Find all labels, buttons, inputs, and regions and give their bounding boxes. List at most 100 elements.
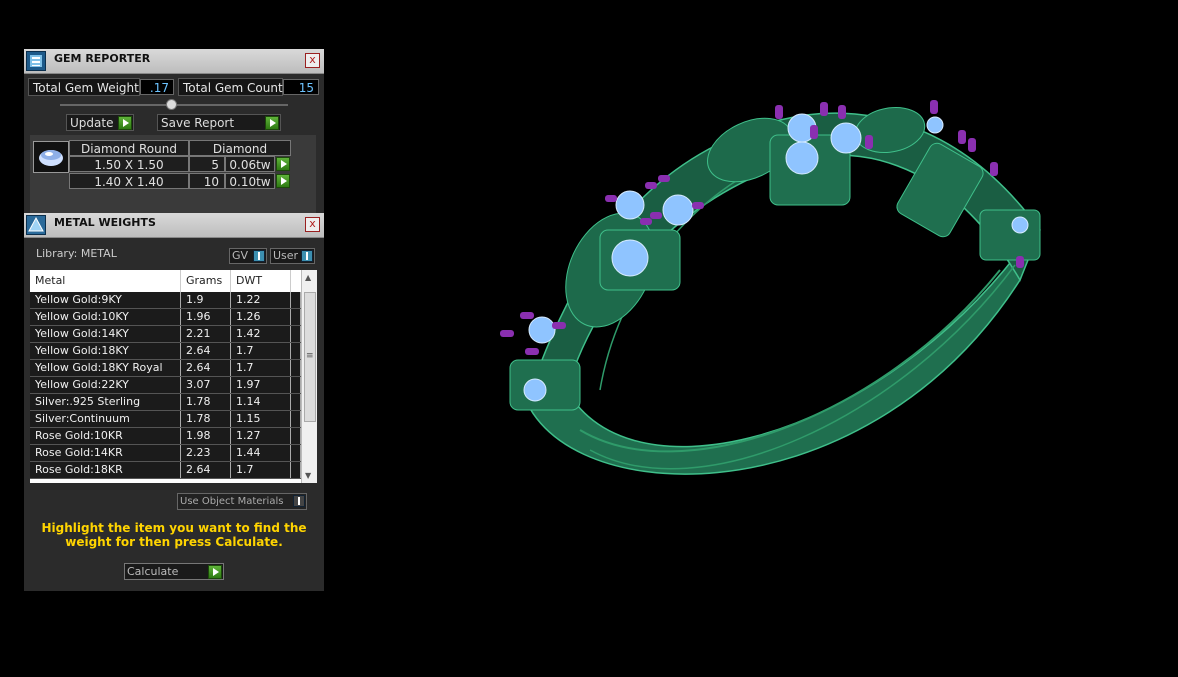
- scroll-up-icon[interactable]: ▲: [305, 273, 311, 282]
- cell-grams: 3.07: [181, 377, 231, 393]
- calculate-hint: Highlight the item you want to find the …: [41, 521, 307, 549]
- prong: [552, 322, 566, 329]
- gv-label: GV: [232, 249, 249, 262]
- total-gem-weight-label: Total Gem Weight: [28, 78, 140, 96]
- play-arrow-icon[interactable]: [276, 157, 290, 171]
- prong: [692, 202, 704, 209]
- cell-spacer: [291, 309, 301, 325]
- calculate-label: Calculate: [127, 565, 179, 578]
- column-header-metal[interactable]: Metal: [30, 270, 181, 292]
- gem-row-count[interactable]: 5: [189, 156, 225, 172]
- gv-toggle[interactable]: GV: [229, 248, 267, 264]
- cell-spacer: [291, 292, 301, 308]
- gem: [615, 190, 645, 220]
- prong: [650, 212, 662, 219]
- cell-spacer: [291, 360, 301, 376]
- table-scrollbar[interactable]: ▲ ≡ ▼: [301, 270, 317, 483]
- cell-dwt: 1.7: [231, 360, 291, 376]
- cell-grams: 2.64: [181, 462, 231, 478]
- use-object-materials-button[interactable]: Use Object Materials: [177, 493, 307, 510]
- gem: [528, 316, 556, 344]
- table-row[interactable]: Rose Gold:10KR 1.98 1.27: [30, 428, 301, 445]
- gem: [1011, 216, 1029, 234]
- diamond-thumbnail-icon: [33, 141, 69, 173]
- cell-grams: 2.21: [181, 326, 231, 342]
- prong: [525, 348, 539, 355]
- close-icon[interactable]: x: [305, 53, 320, 68]
- prong: [930, 100, 938, 114]
- cell-dwt: 1.97: [231, 377, 291, 393]
- table-row[interactable]: Silver:.925 Sterling 1.78 1.14: [30, 394, 301, 411]
- cell-grams: 1.78: [181, 411, 231, 427]
- cell-dwt: 1.27: [231, 428, 291, 444]
- cell-spacer: [291, 377, 301, 393]
- slider-knob[interactable]: [166, 99, 177, 110]
- table-row[interactable]: Yellow Gold:18KY Royal 2.64 1.7: [30, 360, 301, 377]
- gem-reporter-titlebar: GEM REPORTER x: [24, 49, 324, 74]
- table-row[interactable]: Yellow Gold:18KY 2.64 1.7: [30, 343, 301, 360]
- scroll-thumb[interactable]: ≡: [304, 292, 316, 422]
- user-toggle[interactable]: User: [270, 248, 315, 264]
- table-row[interactable]: Rose Gold:14KR 2.23 1.44: [30, 445, 301, 462]
- table-row[interactable]: Silver:Continuum 1.78 1.15: [30, 411, 301, 428]
- cell-dwt: 1.14: [231, 394, 291, 410]
- gem-row-weight[interactable]: 0.06tw: [225, 156, 275, 172]
- gem-row-count[interactable]: 10: [189, 173, 225, 189]
- scroll-down-icon[interactable]: ▼: [305, 471, 311, 480]
- cell-metal: Yellow Gold:9KY: [30, 292, 181, 308]
- cell-grams: 1.9: [181, 292, 231, 308]
- gem-list: Diamond Round Diamond 1.50 X 1.50 5 0.06…: [30, 135, 316, 215]
- close-icon[interactable]: x: [305, 217, 320, 232]
- library-label: Library: METAL: [36, 247, 117, 260]
- table-header: Metal Grams DWT: [30, 270, 301, 292]
- cell-spacer: [291, 445, 301, 461]
- prong: [1016, 256, 1024, 268]
- gem: [611, 239, 649, 277]
- metal-weights-titlebar: METAL WEIGHTS x: [24, 213, 324, 238]
- calculate-button[interactable]: Calculate: [124, 563, 224, 580]
- cell-metal: Rose Gold:10KR: [30, 428, 181, 444]
- prong: [958, 130, 966, 144]
- total-gem-count-label: Total Gem Count: [178, 78, 283, 96]
- save-report-label: Save Report: [161, 116, 235, 130]
- ring-3d-viewport[interactable]: [480, 90, 1070, 520]
- use-object-materials-label: Use Object Materials: [180, 496, 284, 507]
- column-header-grams[interactable]: Grams: [181, 270, 231, 292]
- table-row[interactable]: Yellow Gold:10KY 1.96 1.26: [30, 309, 301, 326]
- cell-metal: Yellow Gold:18KY: [30, 343, 181, 359]
- gem: [523, 378, 547, 402]
- cell-grams: 1.98: [181, 428, 231, 444]
- cell-spacer: [291, 428, 301, 444]
- column-header-dwt[interactable]: DWT: [231, 270, 291, 292]
- update-button[interactable]: Update: [66, 114, 134, 131]
- metal-weights-title: METAL WEIGHTS: [54, 216, 156, 229]
- gem-setting: [979, 209, 1041, 261]
- report-slider[interactable]: [60, 99, 288, 110]
- gem-row-size[interactable]: 1.50 X 1.50: [69, 156, 189, 172]
- gem-row-size[interactable]: 1.40 X 1.40: [69, 173, 189, 189]
- save-report-button[interactable]: Save Report: [157, 114, 281, 131]
- toggle-icon: [301, 250, 313, 262]
- toggle-icon: [293, 495, 305, 507]
- total-gem-count-value: 15: [283, 79, 319, 95]
- table-row[interactable]: Yellow Gold:22KY 3.07 1.97: [30, 377, 301, 394]
- gem: [785, 141, 819, 175]
- cell-metal: Rose Gold:14KR: [30, 445, 181, 461]
- cell-grams: 1.78: [181, 394, 231, 410]
- cell-grams: 2.64: [181, 343, 231, 359]
- play-arrow-icon: [118, 116, 132, 130]
- cell-grams: 1.96: [181, 309, 231, 325]
- play-arrow-icon: [208, 565, 222, 579]
- gem-header-type: Diamond: [189, 140, 291, 156]
- user-label: User: [273, 249, 299, 262]
- gem-row-weight[interactable]: 0.10tw: [225, 173, 275, 189]
- cell-spacer: [291, 411, 301, 427]
- cell-metal: Silver:.925 Sterling: [30, 394, 181, 410]
- cell-dwt: 1.7: [231, 343, 291, 359]
- play-arrow-icon[interactable]: [276, 174, 290, 188]
- toggle-icon: [253, 250, 265, 262]
- table-row[interactable]: Yellow Gold:9KY 1.9 1.22: [30, 292, 301, 309]
- table-row[interactable]: Yellow Gold:14KY 2.21 1.42: [30, 326, 301, 343]
- cell-metal: Yellow Gold:14KY: [30, 326, 181, 342]
- table-row[interactable]: Rose Gold:18KR 2.64 1.7: [30, 462, 301, 479]
